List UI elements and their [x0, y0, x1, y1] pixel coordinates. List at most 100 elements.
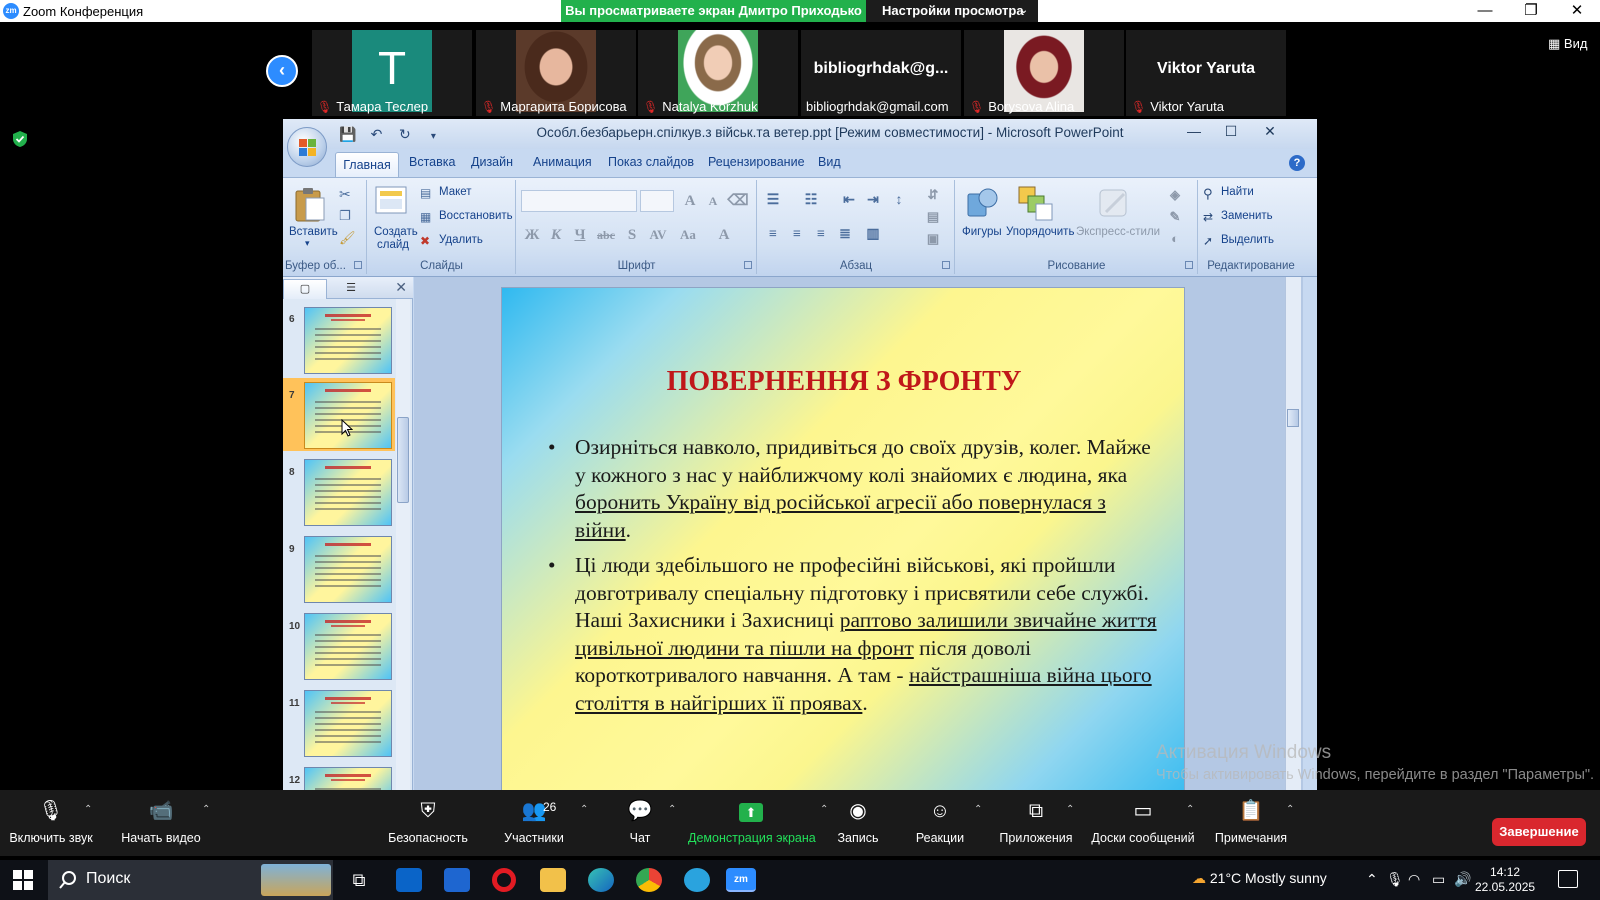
security-button[interactable]: ⛨ Безопасность — [384, 798, 472, 845]
slide-thumbnail[interactable] — [304, 459, 392, 526]
increase-indent-icon[interactable]: ⇥ — [862, 190, 884, 212]
start-video-button[interactable]: 📹 Начать видео — [118, 798, 204, 845]
font-size-select[interactable] — [640, 190, 674, 212]
tab-animation[interactable]: Анимация — [533, 155, 592, 169]
format-painter-icon[interactable]: 🖌 — [339, 230, 356, 246]
whiteboards-button[interactable]: ▭ Доски сообщений — [1086, 798, 1200, 845]
pane-scrollbar-thumb[interactable] — [397, 417, 409, 503]
unmute-button[interactable]: 🎙 Включить звук — [8, 798, 94, 845]
encryption-shield-icon[interactable] — [12, 130, 28, 148]
slide-thumbnail[interactable] — [304, 307, 392, 374]
smartart-icon[interactable]: ▣ — [922, 228, 944, 250]
shapes-icon[interactable] — [964, 184, 1000, 222]
apps-button[interactable]: ⧉ Приложения — [996, 798, 1076, 845]
participant-tile[interactable]: T 🎙 Тамара Теслер — [312, 30, 472, 116]
new-slide-label-2[interactable]: слайд — [377, 239, 409, 251]
chevron-up-icon[interactable]: ⌃ — [668, 804, 676, 815]
participant-tile[interactable]: Viktor Yaruta 🎙 Viktor Yaruta — [1126, 30, 1286, 116]
char-spacing-icon[interactable]: AV — [647, 224, 669, 246]
minimize-icon[interactable]: — — [1462, 0, 1508, 22]
help-icon[interactable]: ? — [1289, 155, 1305, 171]
tab-review[interactable]: Рецензирование — [708, 155, 805, 169]
chat-button[interactable]: 💬 Чат — [620, 798, 660, 845]
chevron-up-icon[interactable]: ⌃ — [84, 804, 92, 815]
dialog-launcher-icon[interactable] — [744, 261, 752, 269]
editor-scrollbar-thumb[interactable] — [1287, 409, 1299, 427]
tab-home[interactable]: Главная — [335, 152, 399, 178]
store-app-icon[interactable] — [444, 868, 470, 892]
slide-thumbnail[interactable] — [304, 613, 392, 680]
quick-styles-button[interactable]: Экспресс-стили — [1076, 226, 1160, 238]
text-direction-icon[interactable]: ⇵ — [922, 184, 944, 206]
find-button[interactable]: Найти — [1221, 186, 1254, 198]
tab-slides-thumbnails[interactable]: ▢ — [283, 279, 327, 299]
tab-design[interactable]: Дизайн — [471, 155, 513, 169]
close-icon[interactable]: ✕ — [1255, 123, 1285, 145]
file-explorer-icon[interactable] — [540, 868, 566, 892]
slide-thumbnail[interactable] — [304, 690, 392, 757]
slide-title[interactable]: ПОВЕРНЕННЯ З ФРОНТУ — [502, 366, 1184, 398]
editor-scrollbar[interactable] — [1285, 277, 1301, 807]
tab-view[interactable]: Вид — [818, 155, 841, 169]
line-spacing-icon[interactable]: ↕ — [888, 190, 910, 212]
task-view-icon[interactable]: ⧉ — [346, 868, 372, 892]
shrink-font-icon[interactable]: A — [702, 190, 724, 212]
gallery-previous-button[interactable]: ‹ — [266, 55, 298, 87]
telegram-app-icon[interactable] — [684, 868, 710, 892]
change-case-icon[interactable]: Aa — [677, 224, 699, 246]
network-icon[interactable]: ◠ — [1408, 871, 1420, 888]
slide-thumbnail-selected[interactable] — [304, 382, 392, 449]
close-pane-icon[interactable]: ✕ — [395, 279, 407, 296]
dialog-launcher-icon[interactable] — [1185, 261, 1193, 269]
chevron-up-icon[interactable]: ⌃ — [580, 804, 588, 815]
restore-icon[interactable]: ❐ — [1508, 0, 1554, 22]
columns-icon[interactable]: ▥ — [862, 224, 884, 246]
replace-button[interactable]: Заменить — [1221, 210, 1273, 222]
align-right-icon[interactable]: ≡ — [810, 224, 832, 246]
weather-widget[interactable]: ☁ 21°C Mostly sunny — [1192, 870, 1327, 887]
notes-button[interactable]: 📋 Примечания — [1212, 798, 1290, 845]
taskbar-search[interactable]: Поиск — [48, 860, 333, 900]
chevron-up-icon[interactable]: ⌃ — [820, 804, 828, 815]
close-icon[interactable]: ✕ — [1554, 0, 1600, 22]
chrome-browser-icon[interactable] — [636, 868, 662, 892]
grow-font-icon[interactable]: A — [679, 190, 701, 212]
numbering-icon[interactable]: ☷ — [800, 190, 822, 212]
layout-button[interactable]: Макет — [439, 186, 472, 198]
arrange-icon[interactable] — [1016, 184, 1054, 222]
font-color-icon[interactable]: A — [713, 224, 735, 246]
windows-start-icon[interactable] — [13, 870, 33, 890]
view-button[interactable]: ▦ Вид — [1548, 36, 1587, 52]
font-name-select[interactable] — [521, 190, 637, 212]
taskbar-clock[interactable]: 14:12 22.05.2025 — [1475, 865, 1535, 895]
paste-icon[interactable] — [293, 186, 327, 224]
align-left-icon[interactable]: ≡ — [762, 224, 784, 246]
shape-outline-icon[interactable]: ✎ — [1164, 206, 1186, 228]
share-screen-button[interactable]: ⬆ Демонстрация экрана — [688, 798, 816, 845]
copy-icon[interactable]: ❐ — [339, 208, 355, 224]
maximize-icon[interactable]: ☐ — [1216, 123, 1246, 145]
battery-icon[interactable]: ▭ — [1432, 871, 1445, 888]
zoom-app-icon[interactable]: zm — [726, 868, 756, 892]
paste-dropdown-icon[interactable]: ▾ — [305, 238, 310, 249]
opera-browser-icon[interactable] — [492, 868, 516, 892]
align-text-icon[interactable]: ▤ — [922, 206, 944, 228]
select-button[interactable]: Выделить — [1221, 234, 1274, 246]
record-button[interactable]: ◉ Запись — [836, 798, 880, 845]
shapes-button[interactable]: Фигуры — [962, 226, 1002, 238]
tab-slideshow[interactable]: Показ слайдов — [608, 155, 694, 169]
participants-button[interactable]: 👥 26 Участники — [498, 798, 570, 845]
slide-canvas[interactable]: ПОВЕРНЕННЯ З ФРОНТУ Озирніться навколо, … — [501, 287, 1185, 807]
volume-icon[interactable]: 🔊 — [1454, 871, 1471, 888]
mail-app-icon[interactable] — [396, 868, 422, 892]
end-meeting-button[interactable]: Завершение — [1492, 818, 1586, 846]
participant-tile[interactable]: 🎙 Borysova Alina — [964, 30, 1124, 116]
shape-fill-icon[interactable]: ◈ — [1164, 184, 1186, 206]
cut-icon[interactable]: ✂ — [339, 186, 355, 202]
tab-insert[interactable]: Вставка — [409, 155, 455, 169]
chevron-up-icon[interactable]: ⌃ — [202, 804, 210, 815]
strikethrough-icon[interactable]: abc — [595, 224, 617, 246]
chevron-up-icon[interactable]: ⌃ — [1066, 804, 1074, 815]
bullets-icon[interactable]: ☰ — [762, 190, 784, 212]
minimize-icon[interactable]: — — [1179, 123, 1209, 145]
